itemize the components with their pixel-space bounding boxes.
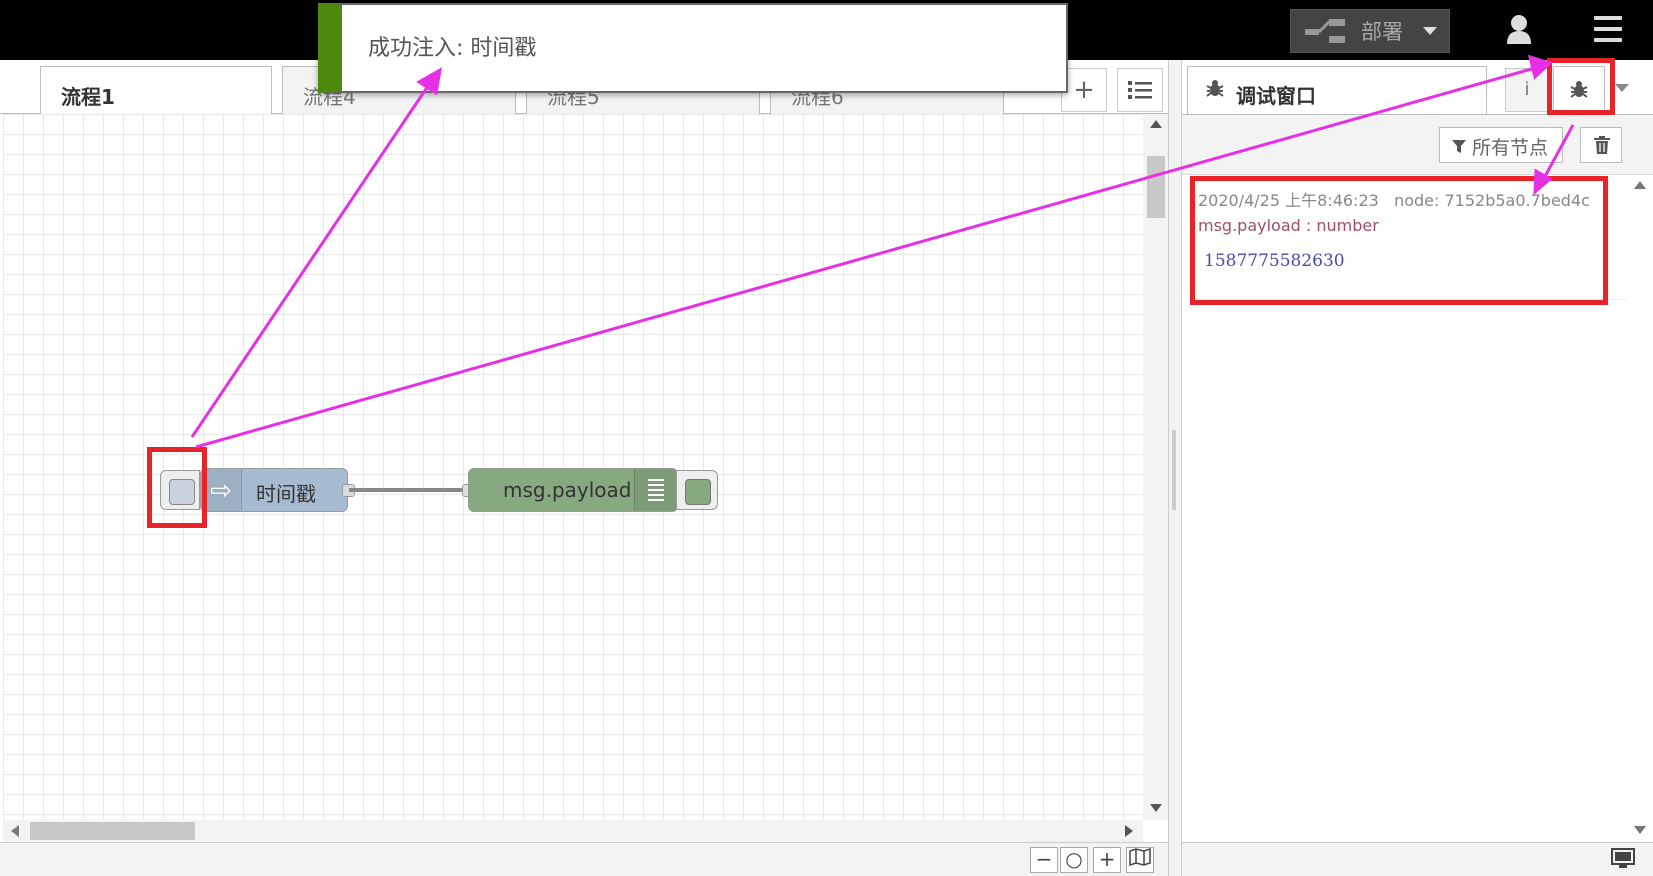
info-icon: i: [1524, 79, 1530, 100]
scroll-thumb[interactable]: [1147, 156, 1165, 218]
highlight-box-debug-message: [1190, 176, 1608, 305]
node-label: 时间戳: [256, 482, 316, 506]
arrow-right-icon: ⇨: [201, 469, 242, 511]
scroll-up-icon[interactable]: [1634, 181, 1646, 189]
scroll-right-icon[interactable]: [1125, 825, 1133, 837]
sidebar-footer: [1182, 842, 1653, 876]
inject-node-timestamp[interactable]: ⇨ 时间戳: [200, 468, 348, 512]
hamburger-menu-icon[interactable]: [1594, 16, 1622, 42]
filter-label: 所有节点: [1472, 137, 1549, 159]
debug-toggle-button[interactable]: [676, 470, 718, 510]
trash-icon: [1594, 136, 1610, 154]
user-icon[interactable]: [1504, 14, 1534, 46]
tab-list-button[interactable]: [1117, 68, 1163, 112]
bug-icon: [1205, 79, 1225, 99]
monitor-icon[interactable]: [1611, 848, 1635, 870]
notification-text: 成功注入: 时间戳: [368, 36, 537, 61]
scroll-down-icon[interactable]: [1150, 804, 1162, 812]
list-icon: [1128, 81, 1152, 99]
zoom-out-button[interactable]: −: [1030, 847, 1058, 873]
scroll-thumb[interactable]: [30, 822, 195, 840]
debug-list-icon: [634, 469, 677, 511]
filter-all-nodes-button[interactable]: 所有节点: [1439, 127, 1563, 163]
highlight-box-debug-tab: [1547, 58, 1615, 115]
scroll-up-icon[interactable]: [1150, 120, 1162, 128]
node-label: msg.payload: [503, 478, 632, 502]
plus-icon: +: [1073, 75, 1095, 105]
scroll-left-icon[interactable]: [11, 825, 19, 837]
sidebar-tab-label: 调试窗口: [1236, 84, 1316, 108]
filter-icon: [1452, 140, 1466, 153]
info-tab-button[interactable]: i: [1505, 68, 1549, 112]
node-wire[interactable]: [349, 488, 468, 492]
map-icon: [1129, 847, 1151, 867]
zoom-reset-button[interactable]: ○: [1060, 847, 1088, 873]
highlight-box-inject-button: [147, 447, 207, 528]
deploy-button[interactable]: 部署: [1290, 9, 1450, 53]
separator-grip[interactable]: [1172, 430, 1176, 510]
notification-toast: 成功注入: 时间戳: [318, 3, 1068, 93]
zoom-in-button[interactable]: +: [1093, 847, 1121, 873]
clear-messages-button[interactable]: [1580, 127, 1622, 163]
tab-debug-window[interactable]: 调试窗口: [1187, 66, 1487, 114]
scroll-down-icon[interactable]: [1634, 826, 1646, 834]
tab-flow-1[interactable]: 流程1: [40, 66, 272, 115]
deploy-icon: [1303, 18, 1347, 44]
deploy-label: 部署: [1361, 20, 1403, 44]
tab-label: 流程1: [61, 85, 115, 109]
debug-node-msg-payload[interactable]: msg.payload: [468, 468, 678, 512]
canvas-footer: [0, 842, 1168, 876]
sidebar-scrollbar[interactable]: [1627, 176, 1653, 841]
chevron-down-icon[interactable]: [1615, 84, 1629, 92]
chevron-down-icon[interactable]: [1423, 27, 1437, 35]
canvas-vertical-scrollbar[interactable]: [1143, 114, 1168, 820]
navigator-button[interactable]: [1126, 847, 1154, 873]
